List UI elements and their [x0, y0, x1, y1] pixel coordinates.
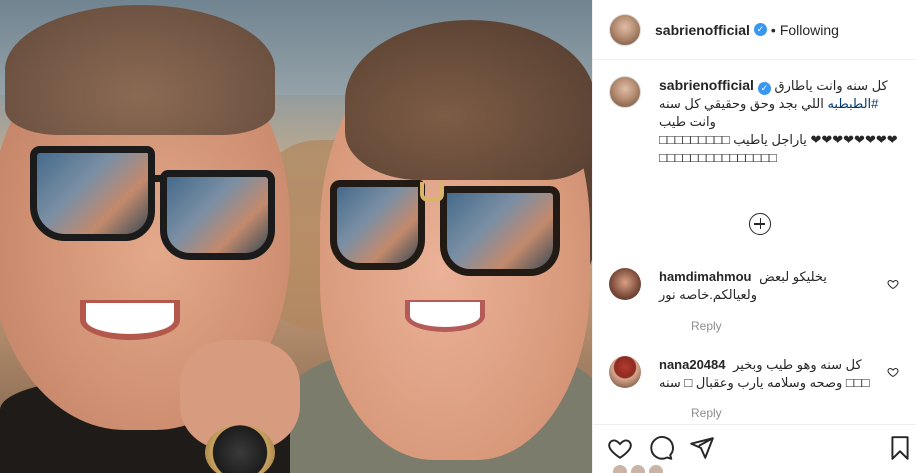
comment-item: nana20484 كل سنه وهو طيب وبخير □□□ وصحه …: [609, 356, 909, 392]
comment-reply-button[interactable]: Reply: [691, 406, 722, 420]
lens-right: [160, 170, 275, 260]
photo-woman-hair: [345, 20, 592, 180]
comment-avatar[interactable]: [609, 268, 641, 300]
caption-line-3: ❤❤❤❤❤❤❤❤ ياراجل ياطيب: [733, 132, 898, 147]
post-photo[interactable]: [0, 0, 592, 473]
liker-avatar[interactable]: [613, 465, 627, 473]
plus-circle-icon[interactable]: [749, 213, 771, 235]
liker-avatar[interactable]: [649, 465, 663, 473]
header-separator: •: [770, 21, 776, 38]
caption-line-4: □□□□□□□□□□□□□□□: [659, 150, 777, 165]
comment-username[interactable]: hamdimahmou: [659, 269, 751, 284]
comment-icon[interactable]: [648, 435, 674, 461]
comment-item: hamdimahmou يخليكو لبعض ولعيالكم.خاصه نو…: [609, 268, 909, 304]
share-icon[interactable]: [689, 435, 715, 461]
following-button[interactable]: Following: [780, 22, 839, 38]
photo-man-hair: [5, 5, 275, 135]
comment-avatar[interactable]: [609, 356, 641, 388]
glasses-logo: [420, 182, 444, 202]
liked-by-avatars: [613, 465, 793, 473]
caption-avatar[interactable]: [609, 76, 641, 108]
comment-body: hamdimahmou يخليكو لبعض ولعيالكم.خاصه نو…: [659, 268, 879, 304]
photo-man-smile: [80, 300, 180, 340]
liker-avatar[interactable]: [631, 465, 645, 473]
caption-username[interactable]: sabrienofficial: [659, 77, 754, 93]
caption-hashtag[interactable]: #الطبطبه: [827, 96, 878, 111]
caption-line-2: اللي بجد وحق وحقيقي كل سنه وانت طيب: [659, 96, 824, 129]
verified-badge-icon: ✓: [753, 23, 767, 36]
verified-badge-icon: ✓: [757, 82, 771, 95]
comment-like-heart-icon[interactable]: [887, 278, 899, 290]
photo-woman-lens-right: [440, 186, 560, 276]
photo-watch: [205, 425, 275, 473]
lens-left: [30, 146, 155, 241]
caption-line-3-prefix: □□□□□□□□□: [659, 132, 730, 147]
post-caption: sabrienofficial ✓ كل سنه وانت ياطارق #الط…: [593, 60, 916, 167]
comment-reply-button[interactable]: Reply: [691, 319, 722, 333]
photo-woman-smile: [405, 300, 485, 332]
author-avatar[interactable]: [609, 13, 641, 46]
comment-username[interactable]: nana20484: [659, 357, 726, 372]
comment-body: nana20484 كل سنه وهو طيب وبخير □□□ وصحه …: [659, 356, 879, 392]
bookmark-icon[interactable]: [887, 435, 913, 461]
caption-line-1: كل سنه وانت ياطارق: [774, 78, 888, 93]
photo-woman-lens-left: [330, 180, 425, 270]
author-username[interactable]: sabrienofficial: [655, 22, 750, 38]
photo-man-sunglasses: [10, 140, 280, 260]
comment-like-heart-icon[interactable]: [887, 366, 899, 378]
post-side-panel: sabrienofficial ✓ • Following sabrienoff…: [592, 0, 916, 473]
post-header: sabrienofficial ✓ • Following: [593, 0, 916, 60]
caption-body: sabrienofficial ✓ كل سنه وانت ياطارق #الط…: [659, 76, 900, 167]
heart-icon[interactable]: [607, 435, 633, 461]
